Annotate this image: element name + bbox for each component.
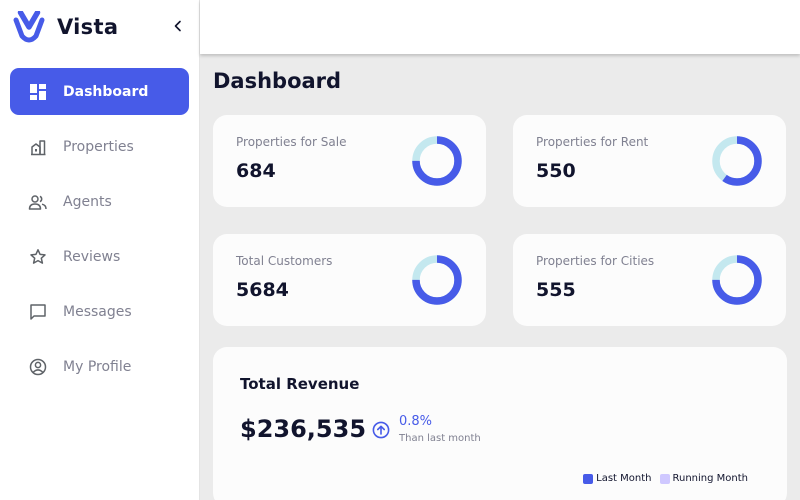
legend-label: Last Month [596,473,652,484]
chevron-left-icon [174,20,181,32]
dashboard-icon [28,82,48,102]
stat-label: Properties for Rent [536,135,649,149]
stat-value: 555 [536,279,576,301]
stat-label: Properties for Sale [236,135,347,149]
stat-card-properties-for-cities: Properties for Cities 555 [513,234,786,326]
page-title: Dashboard [213,69,342,93]
donut-chart [412,255,462,305]
sidebar-item-label: My Profile [63,358,132,375]
sidebar-item-label: Messages [63,303,132,320]
stat-label: Properties for Cities [536,254,655,268]
revenue-amount: $236,535 [240,415,367,443]
sidebar-item-label: Reviews [63,248,121,265]
people-icon [28,192,48,212]
revenue-title: Total Revenue [240,375,360,393]
stat-label: Total Customers [236,254,333,268]
sidebar-nav: Dashboard Properties Agents Reviews Mess… [10,68,189,398]
revenue-change: 0.8% [399,414,433,429]
sidebar-item-dashboard[interactable]: Dashboard [10,68,189,115]
legend-item-running-month: Running Month [659,473,749,484]
arrow-up-circle-icon [372,421,390,439]
profile-icon [28,357,48,377]
stat-value: 684 [236,160,276,182]
legend-label: Running Month [672,473,749,484]
donut-chart [412,136,462,186]
total-revenue-card: Total Revenue $236,535 0.8% Than last mo… [213,347,787,500]
brand[interactable]: Vista [12,10,118,44]
sidebar-item-my-profile[interactable]: My Profile [10,343,189,390]
stat-value: 5684 [236,279,289,301]
sidebar: Vista Dashboard Properties Agents Review… [0,0,200,500]
sidebar-item-label: Properties [63,138,134,155]
sidebar-item-label: Dashboard [63,83,149,100]
chart-legend: Last Month Running Month [575,473,748,484]
stat-card-total-customers: Total Customers 5684 [213,234,486,326]
legend-item-last-month: Last Month [583,473,652,484]
star-icon [28,247,48,267]
brand-name: Vista [57,15,119,39]
collapse-sidebar-button[interactable] [170,16,186,36]
stat-value: 550 [536,160,576,182]
sidebar-item-label: Agents [63,193,112,210]
sidebar-item-properties[interactable]: Properties [10,123,189,170]
sidebar-item-messages[interactable]: Messages [10,288,189,335]
legend-swatch [659,473,670,484]
stat-card-properties-for-rent: Properties for Rent 550 [513,115,786,207]
legend-swatch [583,473,594,484]
vista-logo-icon [13,11,45,43]
chat-icon [28,302,48,322]
revenue-compare-text: Than last month [399,433,481,444]
sidebar-item-reviews[interactable]: Reviews [10,233,189,280]
donut-chart [712,136,762,186]
sidebar-item-agents[interactable]: Agents [10,178,189,225]
top-bar [200,0,800,54]
building-icon [28,137,48,157]
donut-chart [712,255,762,305]
stat-card-properties-for-sale: Properties for Sale 684 [213,115,486,207]
